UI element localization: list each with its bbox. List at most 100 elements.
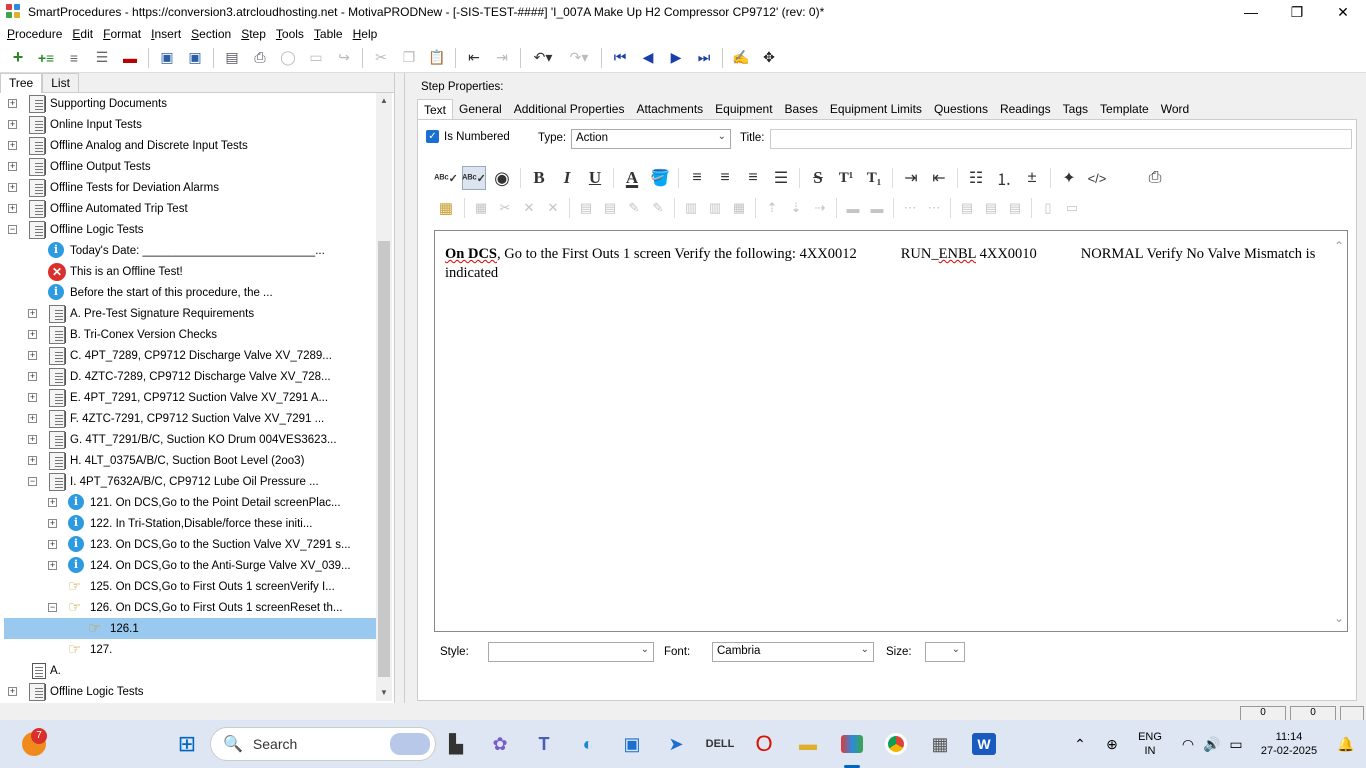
style-select[interactable]: ⌄ bbox=[488, 642, 654, 662]
expand-icon[interactable]: + bbox=[8, 141, 17, 150]
tree-node[interactable]: + A. Pre-Test Signature Requirements bbox=[4, 303, 376, 324]
refresh-icon[interactable]: ◯ bbox=[277, 47, 299, 69]
code-view-button[interactable]: </> bbox=[1085, 166, 1109, 190]
tab-word[interactable]: Word bbox=[1155, 99, 1195, 120]
tab-equipment[interactable]: Equipment bbox=[709, 99, 778, 120]
size-select[interactable]: ⌄ bbox=[925, 642, 965, 662]
last-icon[interactable]: ⏭ bbox=[693, 47, 715, 69]
opera-icon[interactable]: O bbox=[750, 730, 778, 758]
window-icon[interactable]: ▭ bbox=[305, 47, 327, 69]
tree-node[interactable]: − ☞ 126. On DCS,Go to First Outs 1 screenR… bbox=[4, 597, 376, 618]
spellcheck-auto-icon[interactable]: ᴬᴮᶜ✓ bbox=[462, 166, 486, 190]
expand-icon[interactable]: + bbox=[8, 120, 17, 129]
paste-icon[interactable]: 📋 bbox=[426, 47, 448, 69]
save-all-icon[interactable]: ▣ bbox=[156, 47, 178, 69]
print-setup-icon[interactable]: ▤ bbox=[221, 47, 243, 69]
collapse-icon[interactable]: − bbox=[48, 603, 57, 612]
bold-button[interactable]: B bbox=[527, 166, 551, 190]
indent-icon[interactable]: ⇤ bbox=[463, 47, 485, 69]
tree-node[interactable]: − Offline Logic Tests bbox=[4, 219, 376, 240]
strikethrough-button[interactable]: S bbox=[806, 166, 830, 190]
expand-icon[interactable]: + bbox=[28, 456, 37, 465]
save-icon[interactable]: ▣ bbox=[184, 47, 206, 69]
align-left-icon[interactable]: ≡ bbox=[685, 166, 709, 190]
outdent-icon[interactable]: ⇥ bbox=[491, 47, 513, 69]
tree-node[interactable]: + Offline Logic Tests bbox=[4, 681, 376, 701]
word-icon[interactable]: W bbox=[970, 730, 998, 758]
tree-node[interactable]: ☞ 127. bbox=[4, 639, 376, 660]
expand-icon[interactable]: + bbox=[28, 330, 37, 339]
tree-node[interactable]: + Offline Tests for Deviation Alarms bbox=[4, 177, 376, 198]
collapse-icon[interactable]: − bbox=[28, 477, 37, 486]
tree-node[interactable]: + F. 4ZTC-7291, CP9712 Suction Valve XV_7… bbox=[4, 408, 376, 429]
redo-icon[interactable]: ↷▾ bbox=[564, 47, 594, 69]
superscript-button[interactable]: T¹ bbox=[834, 166, 858, 190]
bullet-list-icon[interactable]: ☷ bbox=[964, 166, 988, 190]
font-color-button[interactable]: A bbox=[620, 166, 644, 190]
expand-icon[interactable]: + bbox=[48, 561, 57, 570]
close-button[interactable]: ✕ bbox=[1320, 0, 1366, 24]
tree-node[interactable]: + Supporting Documents bbox=[4, 93, 376, 114]
windows-start-icon[interactable]: ⊞ bbox=[173, 730, 201, 758]
menu-procedure[interactable]: Procedure bbox=[2, 27, 67, 41]
tree-node[interactable]: + G. 4TT_7291/B/C, Suction KO Drum 004VES… bbox=[4, 429, 376, 450]
type-select[interactable]: Action ⌄ bbox=[571, 129, 731, 149]
teams-icon[interactable]: T bbox=[530, 730, 558, 758]
scroll-thumb[interactable] bbox=[378, 241, 390, 677]
expand-icon[interactable]: + bbox=[28, 309, 37, 318]
expand-icon[interactable]: + bbox=[28, 414, 37, 423]
maximize-button[interactable]: ❐ bbox=[1274, 0, 1320, 24]
tree-node[interactable]: + H. 4LT_0375A/B/C, Suction Boot Level (2… bbox=[4, 450, 376, 471]
tree-node[interactable]: + i 124. On DCS,Go to the Anti-Surge Valve… bbox=[4, 555, 376, 576]
menu-insert[interactable]: Insert bbox=[146, 27, 186, 41]
tree-node[interactable]: i Before the start of this procedure, the… bbox=[4, 282, 376, 303]
highlight-icon[interactable]: 🪣 bbox=[648, 166, 672, 190]
next-icon[interactable]: ▶ bbox=[665, 47, 687, 69]
is-numbered-checkbox[interactable]: ✓ bbox=[426, 130, 439, 143]
expand-icon[interactable]: + bbox=[28, 351, 37, 360]
align-center-icon[interactable]: ≡ bbox=[713, 166, 737, 190]
tree-node[interactable]: + Offline Analog and Discrete Input Tests bbox=[4, 135, 376, 156]
expand-icon[interactable]: + bbox=[8, 183, 17, 192]
tree-node[interactable]: A. bbox=[4, 660, 376, 681]
tab-tags[interactable]: Tags bbox=[1057, 99, 1094, 120]
tab-general[interactable]: General bbox=[453, 99, 508, 120]
tree-node[interactable]: + i 121. On DCS,Go to the Point Detail scr… bbox=[4, 492, 376, 513]
align-justify-icon[interactable]: ☰ bbox=[769, 166, 793, 190]
print-icon[interactable]: ⎙ bbox=[1143, 166, 1167, 190]
tree-node[interactable]: + D. 4ZTC-7289, CP9712 Discharge Valve XV… bbox=[4, 366, 376, 387]
print-icon[interactable]: ⎙ bbox=[249, 47, 271, 69]
expand-icon[interactable]: + bbox=[48, 519, 57, 528]
expand-icon[interactable]: + bbox=[8, 687, 17, 696]
dell-icon[interactable]: DELL bbox=[706, 730, 735, 758]
align-right-icon[interactable]: ≡ bbox=[741, 166, 765, 190]
expand-icon[interactable]: + bbox=[8, 99, 17, 108]
document-icon[interactable]: ≡ bbox=[63, 47, 85, 69]
menu-step[interactable]: Step bbox=[236, 27, 271, 41]
input-language[interactable]: ENG IN bbox=[1132, 730, 1168, 758]
spellcheck-icon[interactable]: ✍ bbox=[730, 47, 752, 69]
is-numbered-checkbox-row[interactable]: ✓ Is Numbered bbox=[426, 130, 510, 143]
title-input[interactable] bbox=[770, 129, 1352, 149]
expand-icon[interactable]: + bbox=[48, 540, 57, 549]
document-lines-icon[interactable]: ☰ bbox=[91, 47, 113, 69]
collapse-icon[interactable]: − bbox=[8, 225, 17, 234]
move-icon[interactable]: ✥ bbox=[758, 47, 780, 69]
tab-attachments[interactable]: Attachments bbox=[630, 99, 709, 120]
redo-disabled-icon[interactable]: ↪ bbox=[333, 47, 355, 69]
menu-help[interactable]: Help bbox=[348, 27, 383, 41]
tree-node[interactable]: + E. 4PT_7291, CP9712 Suction Valve XV_72… bbox=[4, 387, 376, 408]
tab-equipment-limits[interactable]: Equipment Limits bbox=[824, 99, 928, 120]
scroll-down-icon[interactable]: ▼ bbox=[376, 685, 392, 701]
notification-bell-icon[interactable]: 🔔 bbox=[1332, 730, 1360, 758]
step-text-content[interactable]: On DCS, Go to the First Outs 1 screen Ve… bbox=[445, 245, 1325, 283]
tree-node[interactable]: + Online Input Tests bbox=[4, 114, 376, 135]
tree-node[interactable]: ☞ 125. On DCS,Go to First Outs 1 screenVe… bbox=[4, 576, 376, 597]
remote-desktop-icon[interactable]: ▦ bbox=[926, 730, 954, 758]
task-view-icon[interactable]: ▙ bbox=[442, 730, 470, 758]
tree-node[interactable]: + i 122. In Tri-Station,Disable/force thes… bbox=[4, 513, 376, 534]
expand-icon[interactable]: + bbox=[28, 372, 37, 381]
file-explorer-icon[interactable]: ▬ bbox=[794, 730, 822, 758]
insert-table-icon[interactable]: ▦ bbox=[434, 196, 458, 220]
menu-section[interactable]: Section bbox=[186, 27, 236, 41]
